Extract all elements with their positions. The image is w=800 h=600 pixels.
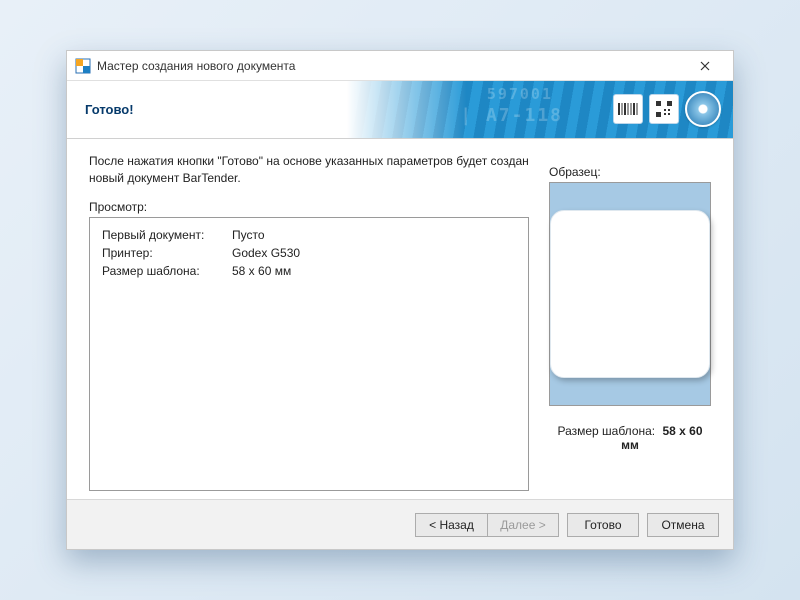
titlebar: Мастер создания нового документа xyxy=(67,51,733,81)
wizard-dialog: Мастер создания нового документа Готово!… xyxy=(66,50,734,550)
barcode-icon xyxy=(613,94,643,124)
label-shape xyxy=(550,210,710,378)
preview-box: Первый документ: Пусто Принтер: Godex G5… xyxy=(89,217,529,491)
footer: < Назад Далее > Готово Отмена xyxy=(67,499,733,549)
next-button: Далее > xyxy=(487,513,559,537)
header-banner: Готово! 597001 | A7-118 xyxy=(67,81,733,139)
page-heading: Готово! xyxy=(85,102,134,117)
first-document-value: Пусто xyxy=(232,228,265,242)
app-icon xyxy=(75,58,91,74)
qr-icon xyxy=(649,94,679,124)
right-column: Образец: Размер шаблона: 58 x 60 мм xyxy=(549,153,711,491)
template-size-label: Размер шаблона: xyxy=(102,264,232,278)
intro-text: После нажатия кнопки "Готово" на основе … xyxy=(89,153,529,188)
finish-button[interactable]: Готово xyxy=(567,513,639,537)
sample-label: Образец: xyxy=(549,165,711,179)
sample-preview xyxy=(549,182,711,406)
close-button[interactable] xyxy=(685,52,725,80)
close-icon xyxy=(700,61,710,71)
sample-size-label: Размер шаблона: xyxy=(557,424,655,438)
first-document-label: Первый документ: xyxy=(102,228,232,242)
left-column: После нажатия кнопки "Готово" на основе … xyxy=(89,153,529,491)
cancel-button[interactable]: Отмена xyxy=(647,513,719,537)
banner-icons xyxy=(613,91,721,127)
sample-size: Размер шаблона: 58 x 60 мм xyxy=(549,424,711,452)
template-size-value: 58 x 60 мм xyxy=(232,264,291,278)
disc-icon xyxy=(685,91,721,127)
window-title: Мастер создания нового документа xyxy=(97,59,685,73)
table-row: Размер шаблона: 58 x 60 мм xyxy=(102,264,516,278)
nav-button-group: < Назад Далее > xyxy=(415,513,559,537)
table-row: Первый документ: Пусто xyxy=(102,228,516,242)
printer-value: Godex G530 xyxy=(232,246,300,260)
back-button[interactable]: < Назад xyxy=(415,513,487,537)
content-area: После нажатия кнопки "Готово" на основе … xyxy=(67,139,733,499)
table-row: Принтер: Godex G530 xyxy=(102,246,516,260)
preview-label: Просмотр: xyxy=(89,200,529,214)
printer-label: Принтер: xyxy=(102,246,232,260)
